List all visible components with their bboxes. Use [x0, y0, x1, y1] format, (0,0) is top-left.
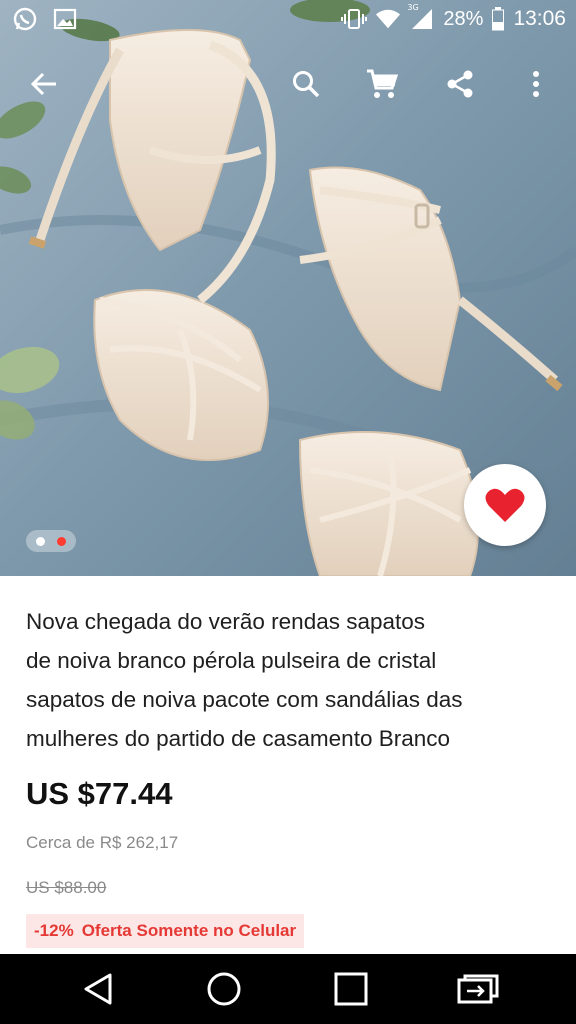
wishlist-button[interactable] [464, 464, 546, 546]
battery-icon [491, 6, 505, 32]
back-arrow-icon [30, 72, 56, 96]
product-title-line: sapatos de noiva pacote com sandálias da… [26, 687, 463, 712]
product-image-gallery[interactable]: 3G 28% 13:06 [0, 0, 576, 576]
nav-recents-button[interactable] [325, 966, 377, 1012]
local-currency-price: Cerca de R$ 262,17 [26, 833, 179, 852]
network-type-label: 3G [407, 3, 419, 12]
mobile-deal-badge: -12% Oferta Somente no Celular [26, 914, 305, 948]
more-vert-icon [533, 71, 539, 97]
promo-label: Oferta Somente no Celular [81, 921, 297, 940]
search-button[interactable] [280, 58, 332, 110]
system-navigation-bar [0, 954, 576, 1024]
more-options-button[interactable] [510, 58, 562, 110]
top-toolbar [0, 52, 576, 116]
share-icon [447, 70, 473, 98]
wifi-icon [375, 6, 401, 32]
screen-switch-icon [457, 974, 499, 1004]
cart-button[interactable] [356, 58, 408, 110]
status-bar: 3G 28% 13:06 [0, 0, 576, 40]
product-title: Nova chegada do verão rendas sapatos de … [26, 602, 556, 758]
gallery-dot-active[interactable] [36, 536, 45, 546]
product-title-line: mulheres do partido de casamento Branco [26, 726, 450, 751]
nav-home-button[interactable] [198, 966, 250, 1012]
gallery-dot[interactable] [57, 536, 66, 546]
gallery-pagination[interactable] [26, 530, 76, 552]
share-button[interactable] [434, 58, 486, 110]
signal-icon: 3G [407, 3, 435, 32]
battery-percent: 28% [443, 7, 484, 30]
product-price: US $77.44 [26, 776, 173, 811]
heart-icon [485, 488, 525, 522]
vibrate-icon [341, 6, 368, 32]
discount-percent: -12% [34, 921, 74, 940]
nav-back-button[interactable] [72, 966, 124, 1012]
original-price: US $88.00 [26, 878, 107, 897]
gallery-icon [52, 6, 78, 32]
screen-switch-button[interactable] [452, 966, 504, 1012]
product-title-line: de noiva branco pérola pulseira de crist… [26, 648, 437, 673]
nav-recents-icon [334, 972, 368, 1006]
clock: 13:06 [513, 7, 566, 30]
product-title-line: Nova chegada do verão rendas sapatos [26, 609, 426, 634]
cart-icon [367, 69, 399, 98]
product-info: Nova chegada do verão rendas sapatos de … [0, 576, 576, 954]
nav-home-icon [207, 972, 241, 1006]
back-button[interactable] [18, 58, 70, 110]
whatsapp-icon [12, 6, 38, 32]
search-icon [293, 71, 320, 98]
nav-back-icon [84, 973, 112, 1005]
